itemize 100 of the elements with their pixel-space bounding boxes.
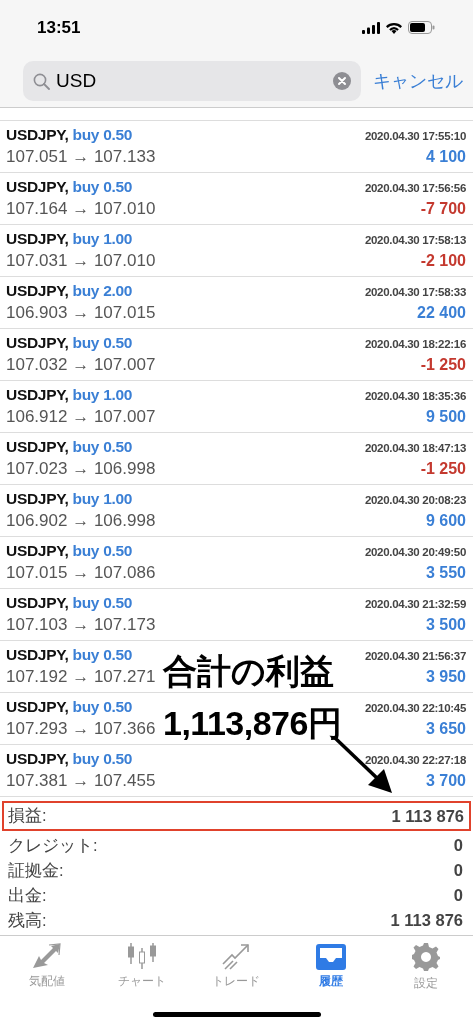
order-type: buy 0.50 (72, 594, 133, 611)
price-range: 107.293 → 107.366 (6, 719, 156, 739)
signal-icon (362, 21, 380, 34)
order-type: buy 0.50 (72, 542, 133, 559)
annotation-amount: 1,113,876円 (163, 703, 342, 744)
symbol: USDJPY, (6, 594, 69, 611)
close-time: 2020.04.30 18:47:13 (364, 442, 466, 454)
trade-row[interactable]: USDJPY, buy 0.50 2020.04.30 17:55:10 107.051 → 107.133 4 100 (0, 121, 473, 173)
price-range: 106.902 → 106.998 (6, 511, 156, 531)
profit-value: -2 100 (420, 252, 466, 270)
close-time: 2020.04.30 17:58:13 (364, 234, 466, 246)
wifi-icon (386, 21, 402, 34)
trade-row[interactable]: USDJPY, buy 0.50 2020.04.30 17:56:56 107.164 → 107.010 -7 700 (0, 173, 473, 225)
order-type: buy 0.50 (72, 126, 133, 143)
summary-value: 1 113 876 (391, 806, 464, 826)
cancel-button[interactable]: キャンセル (373, 69, 463, 93)
home-indicator[interactable] (152, 1011, 321, 1017)
settings-icon (410, 942, 441, 972)
close-time: 2020.04.30 17:55:10 (364, 130, 466, 142)
symbol: USDJPY, (6, 542, 69, 559)
clear-icon[interactable] (333, 72, 351, 90)
close-time: 2020.04.30 17:58:33 (364, 286, 466, 298)
candlestick-icon (125, 942, 158, 970)
trade-row[interactable]: USDJPY, buy 1.00 2020.04.30 17:58:13 107.031 → 107.010 -2 100 (0, 225, 473, 277)
symbol: USDJPY, (6, 490, 69, 507)
symbol: USDJPY, (6, 698, 69, 715)
order-type: buy 1.00 (72, 386, 133, 403)
order-type: buy 0.50 (72, 750, 133, 767)
close-time: 2020.04.30 18:35:36 (364, 390, 466, 402)
order-type: buy 0.50 (72, 646, 133, 663)
price-range: 107.192 → 107.271 (6, 667, 156, 687)
summary-value: 0 (453, 886, 463, 905)
symbol: USDJPY, (6, 646, 69, 663)
battery-icon (408, 21, 435, 34)
summary-value: 0 (453, 836, 463, 855)
search-icon (33, 72, 50, 90)
close-time: 2020.04.30 20:49:50 (364, 546, 466, 558)
price-range: 107.164 → 107.010 (6, 199, 156, 219)
profit-value: 3 650 (425, 720, 466, 738)
price-range: 107.023 → 106.998 (6, 459, 156, 479)
price-range: 107.103 → 107.173 (6, 615, 156, 635)
summary-label: 損益: (8, 805, 47, 826)
status-time: 13:51 (37, 17, 81, 38)
profit-value: 9 600 (425, 512, 466, 530)
annotation-title: 合計の利益 (163, 651, 334, 692)
profit-value: -1 250 (420, 356, 466, 374)
summary-label: 証拠金: (8, 859, 64, 881)
summary-label: 残高: (8, 909, 47, 931)
close-time: 2020.04.30 17:56:56 (364, 182, 466, 194)
symbol: USDJPY, (6, 178, 69, 195)
price-range: 107.381 → 107.455 (6, 771, 156, 791)
order-type: buy 1.00 (72, 490, 133, 507)
profit-value: 4 100 (425, 148, 466, 166)
profit-value: 22 400 (417, 304, 466, 322)
order-type: buy 0.50 (72, 334, 133, 351)
price-range: 106.912 → 107.007 (6, 407, 156, 427)
price-range: 107.015 → 107.086 (6, 563, 156, 583)
summary-label: 出金: (8, 884, 47, 906)
order-type: buy 0.50 (72, 178, 133, 195)
close-time: 2020.04.30 21:32:59 (364, 598, 466, 610)
close-time: 2020.04.30 22:27:18 (364, 754, 466, 766)
order-type: buy 0.50 (72, 698, 133, 715)
inbox-icon (315, 942, 348, 970)
symbol: USDJPY, (6, 282, 69, 299)
trade-row[interactable]: USDJPY, buy 0.50 2020.04.30 20:49:50 107.015 → 107.086 3 550 (0, 537, 473, 589)
symbol: USDJPY, (6, 438, 69, 455)
order-type: buy 0.50 (72, 438, 133, 455)
price-range: 107.051 → 107.133 (6, 147, 156, 167)
price-range: 107.031 → 107.010 (6, 251, 156, 271)
price-range: 107.032 → 107.007 (6, 355, 156, 375)
symbol: USDJPY, (6, 126, 69, 143)
price-range: 106.903 → 107.015 (6, 303, 156, 323)
summary-label: クレジット: (8, 834, 98, 856)
trade-row[interactable]: USDJPY, buy 0.50 2020.04.30 18:47:13 107.023 → 106.998 -1 250 (0, 433, 473, 485)
arrows-icon (31, 942, 64, 970)
profit-value: 3 500 (425, 616, 466, 634)
order-type: buy 2.00 (72, 282, 133, 299)
profit-value: -7 700 (420, 200, 466, 218)
trade-row[interactable]: USDJPY, buy 2.00 2020.04.30 17:58:33 106.903 → 107.015 22 400 (0, 277, 473, 329)
symbol: USDJPY, (6, 334, 69, 351)
symbol: USDJPY, (6, 230, 69, 247)
trade-row[interactable]: USDJPY, buy 1.00 2020.04.30 18:35:36 106.912 → 107.007 9 500 (0, 381, 473, 433)
tab[interactable]: 履歴 (283, 942, 379, 1004)
search-field[interactable]: USD (23, 61, 361, 101)
profit-value: 9 500 (425, 408, 466, 426)
symbol: USDJPY, (6, 386, 69, 403)
order-type: buy 1.00 (72, 230, 133, 247)
summary-value: 0 (453, 861, 463, 880)
trade-row[interactable]: USDJPY, buy 0.50 2020.04.30 18:22:16 107.032 → 107.007 -1 250 (0, 329, 473, 381)
summary-value: 1 113 876 (390, 911, 463, 930)
close-time: 2020.04.30 21:56:37 (364, 650, 466, 662)
trade-row[interactable]: USDJPY, buy 1.00 2020.04.30 20:08:23 106.902 → 106.998 9 600 (0, 485, 473, 537)
profit-value: 3 950 (425, 668, 466, 686)
profit-value: 3 550 (425, 564, 466, 582)
close-time: 2020.04.30 18:22:16 (364, 338, 466, 350)
close-time: 2020.04.30 20:08:23 (364, 494, 466, 506)
profit-value: 3 700 (425, 772, 466, 790)
symbol: USDJPY, (6, 750, 69, 767)
close-time: 2020.04.30 22:10:45 (364, 702, 466, 714)
trade-row[interactable]: USDJPY, buy 0.50 2020.04.30 21:32:59 107.103 → 107.173 3 500 (0, 589, 473, 641)
